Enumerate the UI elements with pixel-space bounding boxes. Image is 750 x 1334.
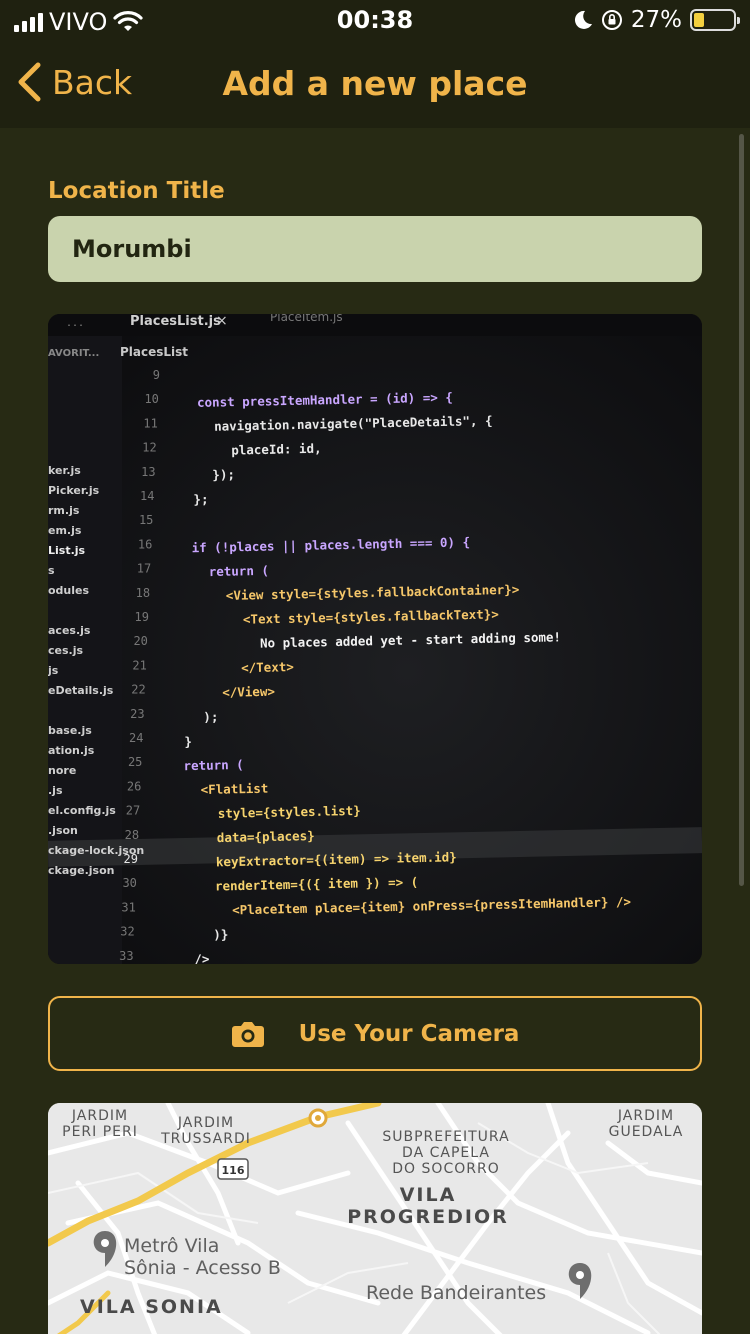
photo-line-number: 29 — [124, 852, 138, 866]
road-shield-label: 116 — [222, 1164, 245, 1177]
photo-line-number: 17 — [137, 562, 151, 576]
photo-line-number: 12 — [142, 441, 156, 455]
location-title-label: Location Title — [48, 178, 225, 204]
photo-file-item: ckage.json — [48, 864, 114, 877]
road-shield: 116 — [217, 1158, 249, 1180]
photo-tab-active: PlacesList.js — [130, 314, 221, 329]
navigation-header: Back Add a new place — [0, 40, 750, 128]
photo-line-number: 31 — [121, 900, 135, 914]
photo-code-line: <FlatList — [200, 781, 268, 797]
photo-line-number: 21 — [132, 658, 146, 672]
moon-icon — [574, 10, 592, 29]
photo-code-line: }); — [212, 467, 235, 482]
photo-file-item: base.js — [48, 724, 92, 737]
photo-line-number: 11 — [143, 416, 157, 430]
photo-line-number: 30 — [122, 876, 136, 890]
photo-file-item: ker.js — [48, 464, 81, 477]
photo-tab-close: × — [216, 314, 228, 329]
photo-code-line: </View> — [222, 684, 275, 700]
photo-code-line: data={places} — [217, 828, 315, 845]
camera-button-label: Use Your Camera — [298, 1020, 520, 1047]
photo-file-item: js — [48, 664, 59, 677]
photo-breadcrumb: PlacesList — [120, 345, 188, 359]
photo-line-number: 32 — [120, 925, 134, 939]
page-title: Add a new place — [222, 64, 528, 103]
photo-file-item: em.js — [48, 524, 82, 537]
photo-line-number: 27 — [126, 804, 140, 818]
photo-line-number: 26 — [127, 779, 141, 793]
status-bar: VIVO 00:38 27% — [0, 0, 750, 40]
photo-file-item: ces.js — [48, 644, 83, 657]
photo-line-number: 15 — [139, 513, 153, 527]
scroll-indicator[interactable] — [739, 134, 744, 886]
photo-line-number: 22 — [131, 683, 145, 697]
photo-code-line: </Text> — [241, 659, 294, 675]
photo-line-number: 9 — [153, 368, 160, 382]
camera-icon — [231, 1021, 264, 1047]
photo-line-number: 24 — [129, 731, 143, 745]
location-title-input[interactable] — [48, 216, 702, 282]
photo-file-item: ation.js — [48, 744, 95, 757]
image-preview: ... PlacesList.js × PlaceItem.js AVORIT.… — [48, 314, 702, 964]
photo-file-item: .js — [48, 784, 63, 797]
map-label-vila-sonia: VILA SONIA — [80, 1296, 223, 1318]
photo-file-item: aces.js — [48, 624, 91, 637]
photo-line-number: 10 — [144, 392, 158, 406]
photo-file-item: List.js — [48, 544, 86, 557]
photo-line-number: 28 — [125, 828, 139, 842]
map-label-jardim-peri-peri: JARDIM PERI PERI — [62, 1108, 138, 1140]
code-photo: ... PlacesList.js × PlaceItem.js AVORIT.… — [48, 314, 702, 964]
rotation-lock-icon — [601, 10, 622, 30]
photo-dots: ... — [66, 318, 84, 329]
photo-code-line: placeId: id, — [231, 441, 322, 458]
photo-file-item: nore — [48, 764, 76, 777]
map-preview[interactable]: 116 JARDIM PERI PERI JARDIM TRUSSARDI JARD… — [48, 1103, 702, 1334]
photo-line-number: 19 — [135, 610, 149, 624]
use-camera-button[interactable]: Use Your Camera — [48, 996, 702, 1071]
photo-code-line: style={styles.list} — [218, 803, 361, 821]
photo-line-number: 20 — [133, 634, 147, 648]
map-canvas: 116 JARDIM PERI PERI JARDIM TRUSSARDI JARD… — [48, 1103, 702, 1334]
photo-code-line: /> — [194, 951, 209, 964]
photo-sidebar-header: AVORIT... — [48, 348, 99, 359]
map-label-jardim-guedala: JARDIM GUEDALA — [609, 1108, 684, 1140]
photo-code-line: } — [184, 734, 192, 749]
photo-file-item: .json — [48, 824, 78, 837]
photo-tab-2: PlaceItem.js — [270, 314, 343, 324]
map-label-rede: Rede Bandeirantes — [366, 1282, 546, 1304]
status-right: 27% — [573, 7, 740, 33]
photo-code-line: }; — [193, 491, 208, 506]
photo-line-number: 16 — [138, 537, 152, 551]
photo-line-number: 13 — [141, 465, 155, 479]
photo-line-number: 33 — [119, 949, 133, 963]
photo-code-line: ); — [203, 709, 218, 724]
photo-file-item: eDetails.js — [48, 684, 114, 697]
photo-line-number: 18 — [136, 586, 150, 600]
photo-line-number: 14 — [140, 489, 154, 503]
photo-file-item: s — [48, 564, 55, 577]
photo-line-number: 25 — [128, 755, 142, 769]
photo-code-line: )} — [213, 927, 228, 942]
photo-file-item: rm.js — [48, 504, 80, 517]
battery-percent: 27% — [630, 7, 682, 33]
photo-file-item: el.config.js — [48, 804, 116, 817]
photo-code-line: return ( — [183, 757, 244, 773]
photo-line-number: 23 — [130, 707, 144, 721]
photo-code-line: return ( — [209, 563, 270, 579]
photo-file-item: odules — [48, 584, 89, 597]
photo-file-item: Picker.js — [48, 484, 100, 497]
battery-icon — [690, 9, 740, 31]
